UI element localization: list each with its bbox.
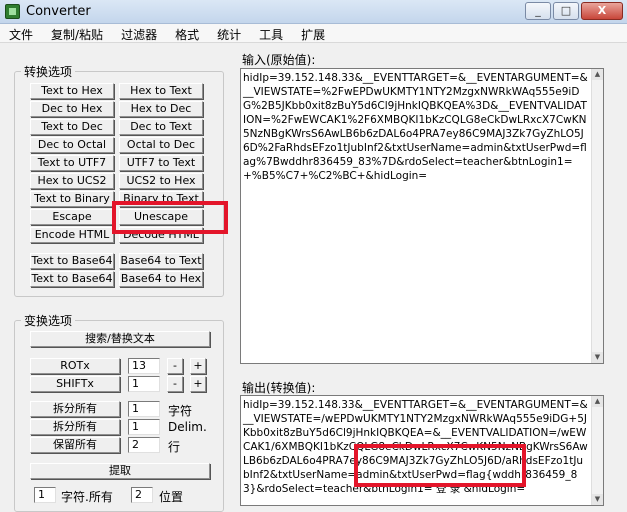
search-replace-button[interactable]: 搜索/替换文本 bbox=[30, 331, 210, 347]
scroll-down-icon[interactable]: ▼ bbox=[592, 352, 603, 363]
text-to-hex-button[interactable]: Text to Hex bbox=[30, 83, 114, 99]
close-button[interactable]: X bbox=[581, 2, 623, 20]
rotx-value-field[interactable]: 13 bbox=[128, 358, 160, 374]
shiftx-increment-button[interactable]: + bbox=[190, 376, 206, 392]
octal-to-dec-button[interactable]: Octal to Dec bbox=[119, 137, 203, 153]
keep-all-button[interactable]: 保留所有 bbox=[30, 437, 120, 453]
scroll-up-icon[interactable]: ▲ bbox=[592, 396, 603, 407]
rotx-increment-button[interactable]: + bbox=[190, 358, 206, 374]
shiftx-button[interactable]: SHIFTx bbox=[30, 376, 120, 392]
menu-filters[interactable]: 过滤器 bbox=[112, 24, 166, 42]
dec-to-octal-button[interactable]: Dec to Octal bbox=[30, 137, 114, 153]
extract-unit-label: 字符.所有 bbox=[61, 490, 113, 504]
unescape-highlight-box bbox=[112, 201, 228, 234]
window-controls: _ □ X bbox=[525, 2, 623, 20]
input-label: 输入(原始值): bbox=[242, 53, 316, 67]
text-to-base64-button[interactable]: Text to Base64 bbox=[30, 253, 114, 269]
split-char-unit-label: 字符 bbox=[168, 404, 193, 418]
output-label: 输出(转换值): bbox=[242, 381, 316, 395]
hex-to-text-button[interactable]: Hex to Text bbox=[119, 83, 203, 99]
split-delim-count-field[interactable]: 1 bbox=[128, 419, 160, 435]
menu-stats[interactable]: 统计 bbox=[208, 24, 250, 42]
split-by-delim-button[interactable]: 拆分所有 bbox=[30, 419, 120, 435]
text-to-utf7-button[interactable]: Text to UTF7 bbox=[30, 155, 114, 171]
menu-bar: 文件 复制/粘贴 过滤器 格式 统计 工具 扩展 bbox=[0, 24, 627, 43]
transform-options-legend: 变换选项 bbox=[24, 314, 73, 328]
input-scrollbar[interactable]: ▲ ▼ bbox=[591, 69, 603, 363]
input-text: hidIp=39.152.148.33&__EVENTTARGET=&__EVE… bbox=[243, 72, 588, 182]
shiftx-decrement-button[interactable]: - bbox=[167, 376, 183, 392]
minimize-button[interactable]: _ bbox=[525, 2, 551, 20]
window-title: Converter bbox=[26, 4, 91, 19]
menu-extensions[interactable]: 扩展 bbox=[292, 24, 334, 42]
utf7-to-text-button[interactable]: UTF7 to Text bbox=[119, 155, 203, 171]
text-to-base64-button[interactable]: Text to Base64 bbox=[30, 271, 114, 287]
conversion-options-legend: 转换选项 bbox=[24, 65, 73, 79]
split-by-char-button[interactable]: 拆分所有 bbox=[30, 401, 120, 417]
encode-html-button[interactable]: Encode HTML bbox=[30, 227, 114, 243]
dec-to-hex-button[interactable]: Dec to Hex bbox=[30, 101, 114, 117]
split-delim-unit-label: Delim. bbox=[168, 420, 207, 434]
rotx-decrement-button[interactable]: - bbox=[167, 358, 183, 374]
escape-button[interactable]: Escape bbox=[30, 209, 114, 225]
app-icon bbox=[5, 4, 20, 19]
rotx-button[interactable]: ROTx bbox=[30, 358, 120, 374]
keep-lines-unit-label: 行 bbox=[168, 440, 181, 454]
text-to-dec-button[interactable]: Text to Dec bbox=[30, 119, 114, 135]
extract-position-field[interactable]: 2 bbox=[131, 487, 153, 503]
hex-to-dec-button[interactable]: Hex to Dec bbox=[119, 101, 203, 117]
split-char-count-field[interactable]: 1 bbox=[128, 401, 160, 417]
menu-file[interactable]: 文件 bbox=[0, 24, 42, 42]
base64-to-hex-button[interactable]: Base64 to Hex bbox=[119, 271, 203, 287]
extract-button[interactable]: 提取 bbox=[30, 463, 210, 479]
menu-copy-paste[interactable]: 复制/粘贴 bbox=[42, 24, 112, 42]
menu-format[interactable]: 格式 bbox=[166, 24, 208, 42]
dec-to-text-button[interactable]: Dec to Text bbox=[119, 119, 203, 135]
hex-to-ucs2-button[interactable]: Hex to UCS2 bbox=[30, 173, 114, 189]
extract-count-field[interactable]: 1 bbox=[34, 487, 56, 503]
keep-lines-count-field[interactable]: 2 bbox=[128, 437, 160, 453]
text-to-binary-button[interactable]: Text to Binary bbox=[30, 191, 114, 207]
shiftx-value-field[interactable]: 1 bbox=[128, 376, 160, 392]
ucs2-to-hex-button[interactable]: UCS2 to Hex bbox=[119, 173, 203, 189]
scroll-up-icon[interactable]: ▲ bbox=[592, 69, 603, 80]
scroll-down-icon[interactable]: ▼ bbox=[592, 494, 603, 505]
extract-position-unit-label: 位置 bbox=[159, 490, 184, 504]
menu-tools[interactable]: 工具 bbox=[250, 24, 292, 42]
title-bar: Converter _ □ X bbox=[0, 0, 627, 24]
input-textarea[interactable]: hidIp=39.152.148.33&__EVENTTARGET=&__EVE… bbox=[240, 68, 604, 364]
maximize-button[interactable]: □ bbox=[553, 2, 579, 20]
base64-to-text-button[interactable]: Base64 to Text bbox=[119, 253, 203, 269]
output-scrollbar[interactable]: ▲ ▼ bbox=[591, 396, 603, 505]
flag-highlight-box bbox=[354, 444, 526, 487]
